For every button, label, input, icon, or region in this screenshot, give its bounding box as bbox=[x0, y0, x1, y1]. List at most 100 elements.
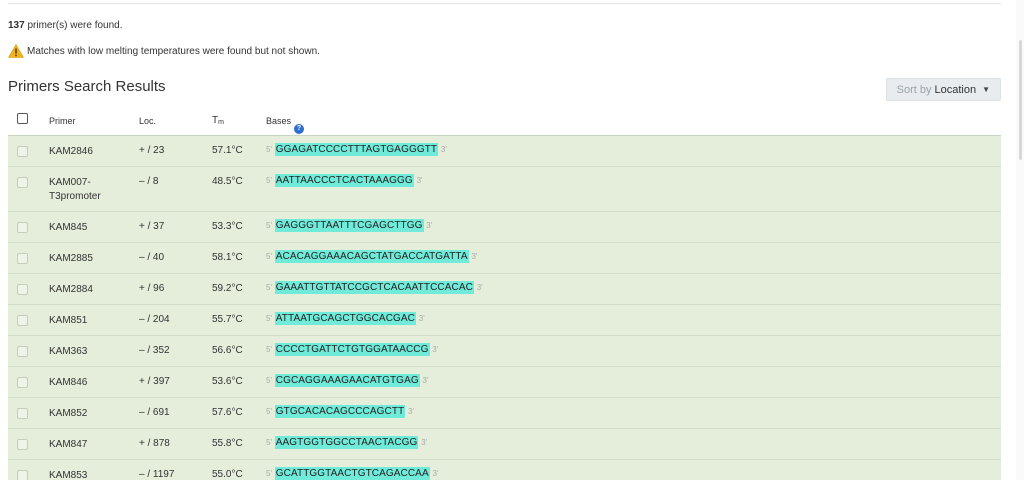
top-divider bbox=[8, 3, 1001, 4]
primer-location: – / 1197 bbox=[139, 469, 175, 480]
primer-name: KAM845 bbox=[49, 222, 88, 233]
results-count: 137 bbox=[8, 20, 25, 31]
low-tm-warning: Matches with low melting temperatures we… bbox=[8, 44, 320, 58]
warning-icon bbox=[8, 44, 24, 58]
table-row[interactable]: KAM2884 + / 96 59.2°C 5' GAAATTGTTATCCGC… bbox=[8, 274, 1001, 305]
primer-name: KAM847 bbox=[49, 439, 88, 450]
five-prime-label: 5' bbox=[266, 376, 272, 385]
table-row[interactable]: KAM2846 + / 23 57.1°C 5' GGAGATCCCCTTTAG… bbox=[8, 136, 1001, 167]
three-prime-label: 3' bbox=[422, 376, 429, 385]
primer-sequence: AATTAACCCTCACTAAAGGG bbox=[274, 174, 414, 187]
select-all-checkbox[interactable] bbox=[17, 113, 28, 124]
three-prime-label: 3' bbox=[426, 221, 433, 230]
primer-bases: 5' AATTAACCCTCACTAAAGGG 3' bbox=[266, 174, 423, 187]
five-prime-label: 5' bbox=[266, 252, 272, 261]
primer-tm: 55.8°C bbox=[212, 438, 243, 449]
primer-tm: 57.6°C bbox=[212, 407, 243, 418]
bases-label: Bases bbox=[266, 116, 292, 126]
three-prime-label: 3' bbox=[440, 145, 447, 154]
tm-sub-label: m bbox=[218, 119, 224, 126]
table-row[interactable]: KAM845 + / 37 53.3°C 5' GAGGGTTAATTTCGAG… bbox=[8, 212, 1001, 243]
primer-tm: 55.7°C bbox=[212, 314, 243, 325]
column-header-primer[interactable]: Primer bbox=[49, 116, 76, 126]
primer-tm: 48.5°C bbox=[212, 176, 243, 187]
row-checkbox[interactable] bbox=[17, 222, 28, 233]
primer-location: – / 204 bbox=[139, 314, 170, 325]
results-count-label: primer(s) were found. bbox=[24, 20, 123, 31]
five-prime-label: 5' bbox=[266, 438, 272, 447]
five-prime-label: 5' bbox=[266, 314, 272, 323]
five-prime-label: 5' bbox=[266, 176, 272, 185]
row-checkbox[interactable] bbox=[17, 377, 28, 388]
primer-name: KAM851 bbox=[49, 315, 88, 326]
primer-name: KAM363 bbox=[49, 346, 88, 357]
table-row[interactable]: KAM007- T3promoter – / 8 48.5°C 5' AATTAA… bbox=[8, 167, 1001, 212]
page-title: Primers Search Results bbox=[8, 78, 166, 95]
primer-name: KAM2846 bbox=[49, 146, 93, 157]
primer-name-line2: T3promoter bbox=[49, 191, 101, 202]
primer-location: – / 8 bbox=[139, 176, 159, 187]
column-header-bases[interactable]: Bases? bbox=[266, 116, 305, 134]
row-checkbox[interactable] bbox=[17, 408, 28, 419]
primer-sequence: GAGGGTTAATTTCGAGCTTGG bbox=[274, 219, 424, 232]
results-count-text: 137 primer(s) were found. bbox=[8, 20, 123, 31]
row-checkbox[interactable] bbox=[17, 470, 28, 480]
table-row[interactable]: KAM2885 – / 40 58.1°C 5' ACACAGGAAACAGCT… bbox=[8, 243, 1001, 274]
row-checkbox[interactable] bbox=[17, 177, 28, 188]
primer-sequence: GAAATTGTTATCCGCTCACAATTCCACAC bbox=[274, 281, 474, 294]
five-prime-label: 5' bbox=[266, 283, 272, 292]
five-prime-label: 5' bbox=[266, 407, 272, 416]
table-row[interactable]: KAM846 + / 397 53.6°C 5' CGCAGGAAAGAACAT… bbox=[8, 367, 1001, 398]
warning-text: Matches with low melting temperatures we… bbox=[27, 45, 320, 57]
primer-name: KAM2884 bbox=[49, 284, 93, 295]
sort-value: Location bbox=[934, 83, 977, 96]
row-checkbox[interactable] bbox=[17, 284, 28, 295]
help-icon[interactable]: ? bbox=[294, 124, 305, 134]
sort-prefix: Sort by bbox=[896, 83, 932, 96]
primer-location: + / 397 bbox=[139, 376, 170, 387]
primer-name: KAM853 bbox=[49, 470, 88, 480]
chevron-down-icon: ▼ bbox=[982, 85, 990, 94]
primer-tm: 53.3°C bbox=[212, 221, 243, 232]
primer-sequence: GCATTGGTAACTGTCAGACCAA bbox=[274, 467, 430, 480]
primer-bases: 5' CCCCTGATTCTGTGGATAACCG 3' bbox=[266, 343, 439, 356]
primer-location: – / 691 bbox=[139, 407, 170, 418]
primer-location: + / 878 bbox=[139, 438, 170, 449]
sort-dropdown[interactable]: Sort by Location ▼ bbox=[886, 78, 1001, 101]
three-prime-label: 3' bbox=[432, 345, 439, 354]
primer-sequence: GGAGATCCCCTTTAGTGAGGGTT bbox=[274, 143, 439, 156]
row-checkbox[interactable] bbox=[17, 439, 28, 450]
primer-bases: 5' ATTAATGCAGCTGGCACGAC 3' bbox=[266, 312, 425, 325]
column-header-loc[interactable]: Loc. bbox=[139, 116, 156, 126]
table-row[interactable]: KAM852 – / 691 57.6°C 5' GTGCACACAGCCCAG… bbox=[8, 398, 1001, 429]
table-header: Primer Loc. Tm Bases? bbox=[8, 108, 1001, 136]
primer-bases: 5' ACACAGGAAACAGCTATGACCATGATTA 3' bbox=[266, 250, 478, 263]
table-row[interactable]: KAM847 + / 878 55.8°C 5' AAGTGGTGGCCTAAC… bbox=[8, 429, 1001, 460]
primer-location: + / 96 bbox=[139, 283, 165, 294]
primer-location: – / 40 bbox=[139, 252, 165, 263]
three-prime-label: 3' bbox=[421, 438, 428, 447]
table-row[interactable]: KAM851 – / 204 55.7°C 5' ATTAATGCAGCTGGC… bbox=[8, 305, 1001, 336]
table-row[interactable]: KAM853 – / 1197 55.0°C 5' GCATTGGTAACTGT… bbox=[8, 460, 1001, 480]
primer-sequence: ATTAATGCAGCTGGCACGAC bbox=[274, 312, 416, 325]
row-checkbox[interactable] bbox=[17, 146, 28, 157]
primer-sequence: CCCCTGATTCTGTGGATAACCG bbox=[274, 343, 430, 356]
scrollbar-thumb[interactable] bbox=[1019, 40, 1022, 160]
column-header-tm[interactable]: Tm bbox=[212, 115, 224, 126]
three-prime-label: 3' bbox=[416, 176, 423, 185]
row-checkbox[interactable] bbox=[17, 253, 28, 264]
row-checkbox[interactable] bbox=[17, 315, 28, 326]
primer-location: + / 37 bbox=[139, 221, 165, 232]
primer-tm: 58.1°C bbox=[212, 252, 243, 263]
primer-tm: 59.2°C bbox=[212, 283, 243, 294]
results-table-body: KAM2846 + / 23 57.1°C 5' GGAGATCCCCTTTAG… bbox=[8, 136, 1001, 480]
primer-sequence: AAGTGGTGGCCTAACTACGG bbox=[274, 436, 419, 449]
three-prime-label: 3' bbox=[471, 252, 478, 261]
table-row[interactable]: KAM363 – / 352 56.6°C 5' CCCCTGATTCTGTGG… bbox=[8, 336, 1001, 367]
primer-bases: 5' GAGGGTTAATTTCGAGCTTGG 3' bbox=[266, 219, 433, 232]
primer-name: KAM2885 bbox=[49, 253, 93, 264]
primer-bases: 5' CGCAGGAAAGAACATGTGAG 3' bbox=[266, 374, 429, 387]
row-checkbox[interactable] bbox=[17, 346, 28, 357]
primer-sequence: ACACAGGAAACAGCTATGACCATGATTA bbox=[274, 250, 469, 263]
five-prime-label: 5' bbox=[266, 145, 272, 154]
